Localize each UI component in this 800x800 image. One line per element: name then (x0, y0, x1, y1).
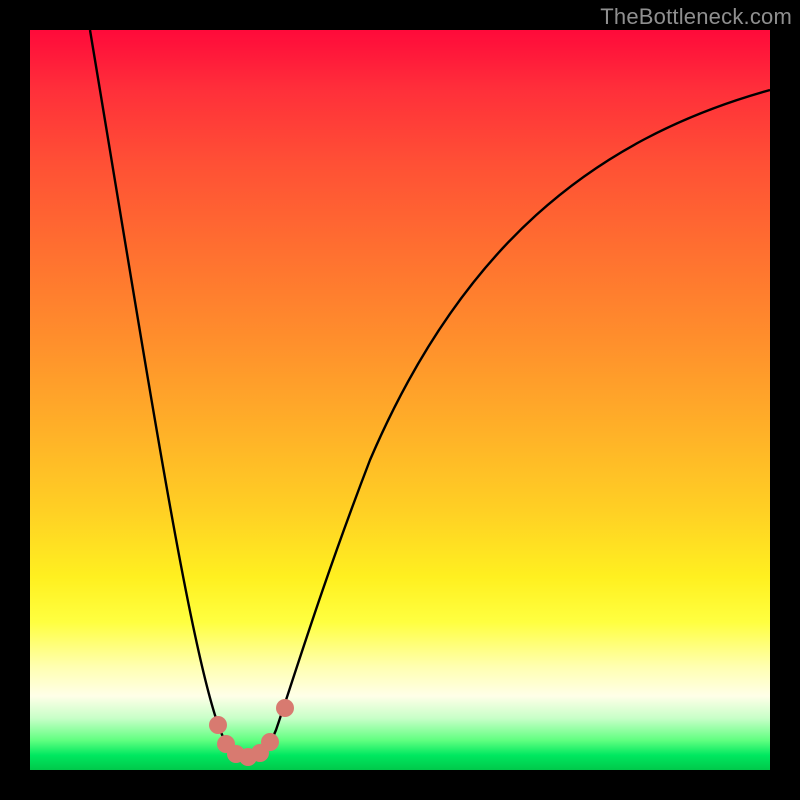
bottleneck-curve (90, 30, 770, 758)
curve-svg (30, 30, 770, 770)
watermark-label: TheBottleneck.com (600, 4, 792, 30)
plot-area (30, 30, 770, 770)
marker-6 (276, 699, 294, 717)
marker-group (209, 699, 294, 766)
chart-frame: TheBottleneck.com (0, 0, 800, 800)
marker-5 (261, 733, 279, 751)
marker-0 (209, 716, 227, 734)
